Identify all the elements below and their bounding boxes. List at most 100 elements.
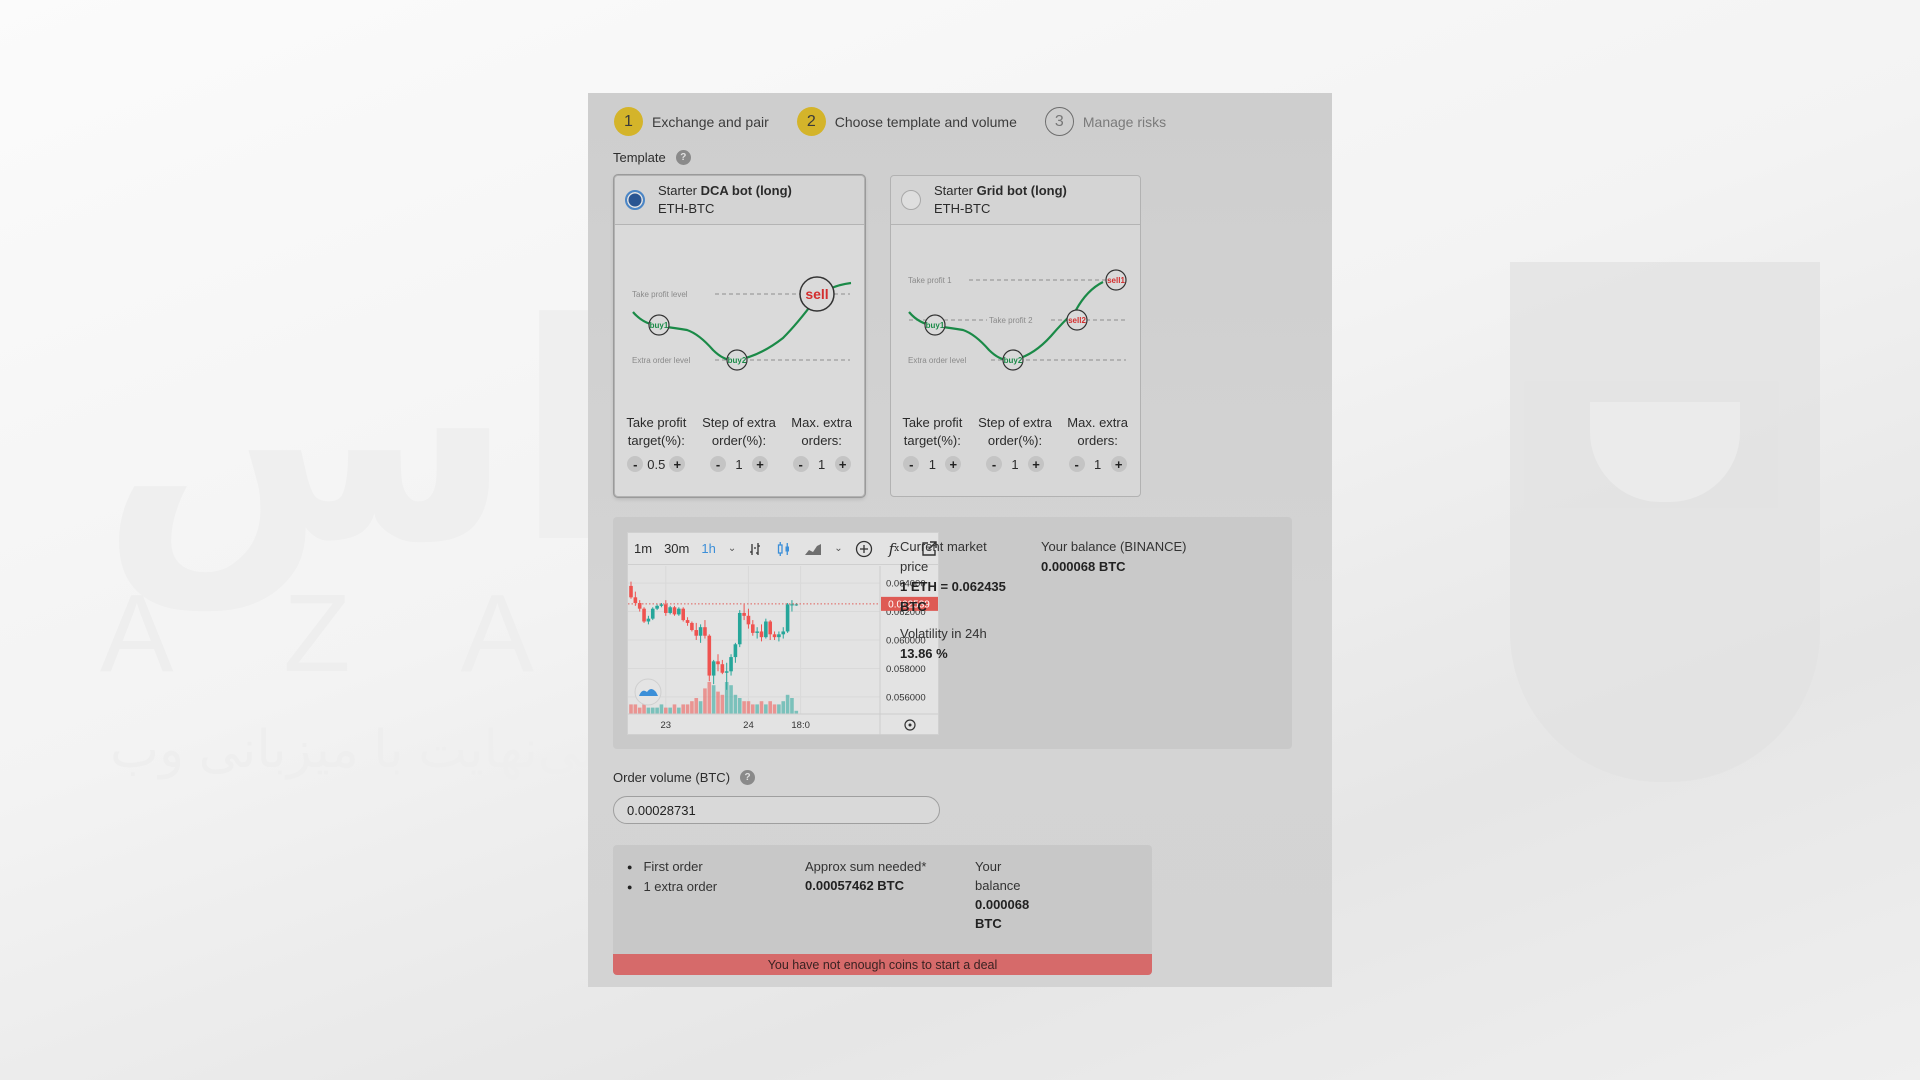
- decrement-button[interactable]: -: [627, 456, 644, 472]
- step-number-badge: 2: [796, 107, 826, 136]
- volume-bar: [733, 694, 738, 714]
- interval-1m[interactable]: 1m: [628, 533, 658, 565]
- stepper-value: 1: [818, 456, 826, 472]
- volume-bar: [768, 701, 772, 714]
- take-profit-1-label: Take profit 1: [908, 276, 952, 285]
- take-profit-2-label: Take profit 2: [989, 316, 1033, 325]
- volume-bar: [672, 704, 677, 714]
- sell1-label: sell1: [1107, 276, 1125, 285]
- volume-bar: [751, 704, 755, 714]
- take-profit-param: Take profit target(%): - 0.5 +: [616, 414, 696, 472]
- param-label: target(%):: [903, 433, 961, 448]
- help-icon[interactable]: ?: [675, 150, 691, 165]
- help-icon[interactable]: ?: [740, 770, 756, 785]
- decrement-button[interactable]: -: [709, 456, 726, 472]
- candle-body: [650, 608, 655, 619]
- increment-button[interactable]: +: [751, 456, 768, 472]
- take-profit-stepper: - 0.5 +: [616, 456, 696, 472]
- increment-button[interactable]: +: [945, 456, 962, 472]
- step-exchange-and-pair[interactable]: 1 Exchange and pair: [614, 107, 769, 136]
- candle-body: [768, 621, 772, 635]
- step-label: Choose template and volume: [834, 113, 1017, 130]
- candle-body: [711, 661, 716, 676]
- volume-bar: [633, 704, 638, 714]
- candle-body: [681, 608, 685, 621]
- param-label: target(%):: [627, 433, 685, 448]
- candle-body: [716, 661, 720, 665]
- chart-type-chevron-icon[interactable]: ⌄: [828, 533, 848, 565]
- chart-settings-gear-icon: [904, 719, 916, 731]
- volume-bar: [703, 688, 707, 714]
- candle-body: [785, 604, 790, 632]
- volume-bar: [664, 707, 668, 714]
- volume-bar: [629, 704, 633, 714]
- candles-chart-type-icon[interactable]: [770, 533, 798, 565]
- candle-body: [694, 630, 699, 636]
- exchange-balance: Your balance (BINANCE) 0.000068 BTC: [1041, 537, 1186, 577]
- take-profit-stepper: - 1 +: [892, 456, 972, 472]
- dca-strategy-diagram: Take profit level Extra order level buy1…: [632, 276, 852, 371]
- candle-body: [664, 604, 668, 613]
- step-choose-template[interactable]: 2 Choose template and volume: [796, 107, 1017, 136]
- volume-bar: [720, 694, 725, 714]
- card-header: Starter DCA bot (long) ETH-BTC: [615, 176, 864, 225]
- decrement-button[interactable]: -: [985, 456, 1002, 472]
- decrement-button[interactable]: -: [1068, 456, 1085, 472]
- candle-body: [668, 607, 672, 613]
- increment-button[interactable]: +: [1027, 456, 1044, 472]
- price-chart-widget[interactable]: 1m 30m 1h ⌄ ⌄ fx 0.064000 0.062000 0.060…: [627, 532, 939, 735]
- balance-value: 0.000068 BTC: [1041, 559, 1126, 574]
- template-card-dca[interactable]: Starter DCA bot (long) ETH-BTC Take prof…: [614, 175, 865, 497]
- volume-bar: [716, 691, 720, 714]
- template-section-label: Template ?: [613, 150, 691, 165]
- area-chart-type-icon[interactable]: [798, 533, 828, 565]
- volume-bar: [646, 707, 651, 714]
- interval-1h[interactable]: 1h: [695, 533, 721, 565]
- candle-body: [772, 634, 777, 638]
- radio-selected[interactable]: [625, 190, 645, 210]
- decrement-button[interactable]: -: [792, 456, 809, 472]
- balance-label: Your balance (BINANCE): [1041, 539, 1187, 554]
- card-pair: ETH-BTC: [658, 201, 715, 216]
- candlestick-chart[interactable]: 0.0640000.0620000.0600000.0580000.056000…: [628, 566, 938, 735]
- volume-bar: [777, 704, 781, 714]
- candle-body: [720, 664, 725, 673]
- step-extra-order-stepper: - 1 +: [975, 456, 1055, 472]
- buy1-label: buy1: [926, 321, 945, 330]
- order-volume-input[interactable]: [613, 796, 940, 824]
- candle-body: [659, 604, 664, 606]
- candle-body: [737, 612, 742, 645]
- increment-button[interactable]: +: [669, 456, 686, 472]
- candle-body: [790, 604, 794, 606]
- step-manage-risks[interactable]: 3 Manage risks: [1044, 107, 1166, 136]
- bar-chart-type-icon[interactable]: [742, 533, 770, 565]
- radio-unselected[interactable]: [901, 190, 921, 210]
- candle-body: [751, 624, 755, 633]
- interval-30m[interactable]: 30m: [658, 533, 695, 565]
- volume-bar: [690, 701, 694, 714]
- volume-bar: [742, 701, 746, 714]
- candle-body: [742, 612, 746, 616]
- interval-dropdown-chevron-icon[interactable]: ⌄: [722, 533, 742, 565]
- add-indicator-plus-circle-icon[interactable]: [849, 533, 879, 565]
- decrement-button[interactable]: -: [903, 456, 920, 472]
- volume-bar: [746, 701, 751, 714]
- template-card-grid[interactable]: Starter Grid bot (long) ETH-BTC Take pro…: [890, 175, 1141, 497]
- candle-body: [777, 634, 781, 638]
- candle-body: [724, 671, 729, 673]
- param-label: orders:: [801, 433, 842, 448]
- order-volume-label: Order volume (BTC): [613, 770, 731, 785]
- current-market-price: Current market price 1 ETH = 0.062435 BT…: [900, 537, 1010, 617]
- order-list-item: 1 extra order: [627, 877, 717, 897]
- increment-button[interactable]: +: [834, 456, 851, 472]
- card-header: Starter Grid bot (long) ETH-BTC: [891, 176, 1140, 225]
- candle-body: [629, 585, 633, 598]
- increment-button[interactable]: +: [1110, 456, 1127, 472]
- your-balance-summary: Your balance 0.000068 BTC: [975, 857, 1029, 933]
- time-tick-label: 24: [743, 720, 754, 731]
- stepper-value: 1: [1094, 456, 1102, 472]
- tradingview-logo-icon: [634, 678, 662, 706]
- volume-bar: [681, 704, 685, 714]
- volume-bar: [677, 707, 681, 714]
- wizard-steps: 1 Exchange and pair 2 Choose template an…: [614, 107, 1194, 136]
